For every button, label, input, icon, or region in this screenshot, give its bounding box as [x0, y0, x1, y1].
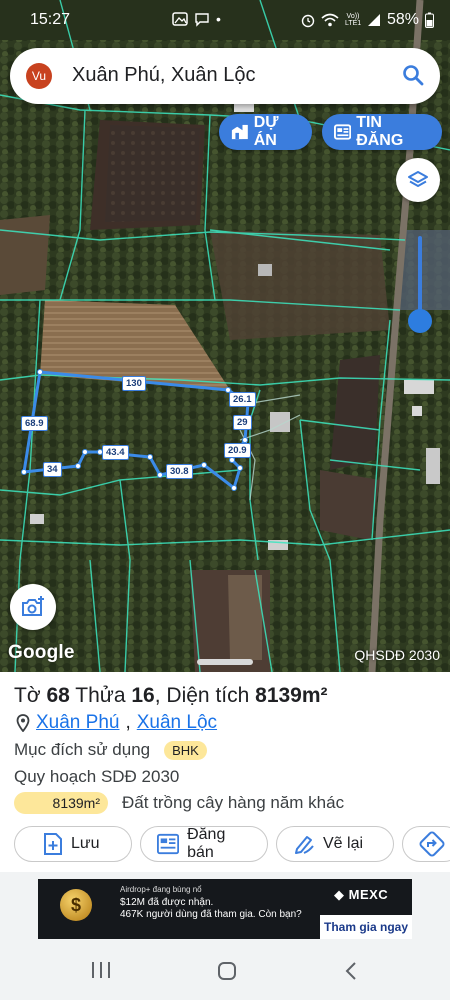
- alarm-icon: [301, 14, 315, 28]
- redraw-label: Vẽ lại: [323, 835, 364, 852]
- edge-label-right-1: 29: [233, 415, 252, 430]
- wifi-icon: [321, 13, 339, 27]
- redraw-button[interactable]: Vẽ lại: [276, 826, 394, 862]
- battery-percent: 58%: [386, 11, 419, 28]
- parcel-title: Tờ 68 Thửa 16, Diện tích 8139m²: [14, 684, 328, 708]
- ad-line-3: 467K người dùng đã tham gia. Còn bạn?: [120, 909, 302, 920]
- plan-layer-label: QHSDĐ 2030: [354, 647, 440, 663]
- avatar[interactable]: Vu: [26, 63, 52, 89]
- signal-icon: [367, 14, 380, 26]
- coin-icon: $: [60, 889, 92, 921]
- save-button[interactable]: Lưu: [14, 826, 132, 862]
- ad-brand: ◆ MEXC: [334, 887, 388, 903]
- area-label: Diện tích: [166, 684, 250, 707]
- save-label: Lưu: [71, 835, 100, 852]
- system-icons: Vo)) LTE1 58%: [301, 11, 434, 29]
- edge-label-top: 130: [122, 376, 146, 391]
- carrier-label: Vo)) LTE1: [344, 13, 362, 27]
- ad-cta-button[interactable]: Tham gia ngay: [320, 915, 412, 939]
- search-bar[interactable]: Vu Xuân Phú, Xuân Lộc: [10, 48, 440, 104]
- camera-button[interactable]: [10, 584, 56, 630]
- plan-area-row: 8139m² Đất trồng cây hàng năm khác: [14, 792, 344, 814]
- battery-icon: [425, 12, 434, 28]
- opacity-slider-track[interactable]: [418, 236, 422, 320]
- plan-area-description: Đất trồng cây hàng năm khác: [122, 793, 345, 812]
- land-use-row: Mục đích sử dụng BHK: [14, 740, 207, 760]
- search-icon[interactable]: [402, 64, 424, 86]
- sheet-label: Tờ: [14, 684, 41, 707]
- commune-link[interactable]: Xuân Phú: [36, 712, 119, 734]
- directions-button[interactable]: [402, 826, 450, 862]
- chat-icon: [195, 13, 209, 27]
- back-icon[interactable]: [344, 960, 358, 982]
- land-use-label: Mục đích sử dụng: [14, 740, 151, 759]
- ad-banner[interactable]: $ Airdrop+ đang bùng nổ $12M đã được nhậ…: [38, 879, 412, 939]
- plan-area-badge: 8139m²: [14, 792, 108, 814]
- action-row: Lưu Đăng bán Vẽ lại: [14, 826, 450, 864]
- du-an-button[interactable]: DỰ ÁN: [219, 114, 312, 150]
- status-time: 15:27: [30, 11, 71, 28]
- directions-icon: [419, 831, 445, 857]
- location-pin-icon: [16, 714, 30, 732]
- location-line: Xuân Phú, Xuân Lộc: [16, 712, 217, 734]
- layers-icon: [408, 171, 428, 187]
- ad-line-2: $12M đã được nhận.: [120, 897, 214, 908]
- sheet-number: 68: [46, 684, 70, 707]
- edge-label-bottom-left: 43.4: [102, 445, 129, 460]
- edge-label-right-2: 20.9: [224, 443, 251, 458]
- plot-number: 16: [131, 684, 155, 707]
- home-icon[interactable]: [218, 962, 236, 980]
- edge-label-top-right: 26.1: [229, 392, 256, 407]
- land-use-badge: BHK: [164, 740, 207, 760]
- add-document-icon: [44, 833, 62, 855]
- plan-title: Quy hoạch SDĐ 2030: [14, 767, 180, 786]
- ad-brand-name: MEXC: [348, 887, 389, 902]
- search-input[interactable]: Xuân Phú, Xuân Lộc: [72, 64, 255, 87]
- satellite-map[interactable]: 130 26.1 29 20.9 30.8 43.4 34 68.9 15:27…: [0, 0, 450, 672]
- area-value: 8139m²: [255, 684, 328, 707]
- sell-label: Đăng bán: [187, 826, 226, 861]
- title-comma: ,: [154, 684, 161, 707]
- sell-button[interactable]: Đăng bán: [140, 826, 268, 862]
- sheet-drag-handle[interactable]: [197, 659, 253, 665]
- status-bar: 15:27 • Vo)) LTE1 58%: [0, 0, 450, 40]
- edge-label-left-bottom: 34: [43, 462, 62, 477]
- opacity-slider-handle[interactable]: [408, 309, 432, 333]
- gallery-icon: [172, 12, 188, 26]
- notification-icons: •: [172, 11, 221, 27]
- edge-label-left: 68.9: [21, 416, 48, 431]
- dot-icon: •: [216, 11, 221, 27]
- draw-icon: [295, 836, 314, 854]
- plot-label: Thửa: [75, 684, 126, 707]
- add-photo-icon: [22, 596, 44, 616]
- mexc-logo-icon: ◆: [334, 887, 349, 902]
- listing-icon: [157, 833, 180, 855]
- tin-dang-button[interactable]: TIN ĐĂNG: [322, 114, 442, 150]
- du-an-label: DỰ ÁN: [253, 114, 279, 149]
- building-icon: [231, 124, 248, 140]
- layers-button[interactable]: [396, 158, 440, 202]
- tin-dang-label: TIN ĐĂNG: [356, 114, 404, 149]
- recent-apps-icon[interactable]: [92, 962, 110, 978]
- ad-line-1: Airdrop+ đang bùng nổ: [120, 885, 202, 894]
- district-link[interactable]: Xuân Lộc: [137, 712, 217, 734]
- google-logo: Google: [8, 642, 75, 663]
- listing-icon: [334, 124, 352, 140]
- location-separator: ,: [125, 712, 131, 733]
- edge-label-bottom-mid: 30.8: [166, 464, 193, 479]
